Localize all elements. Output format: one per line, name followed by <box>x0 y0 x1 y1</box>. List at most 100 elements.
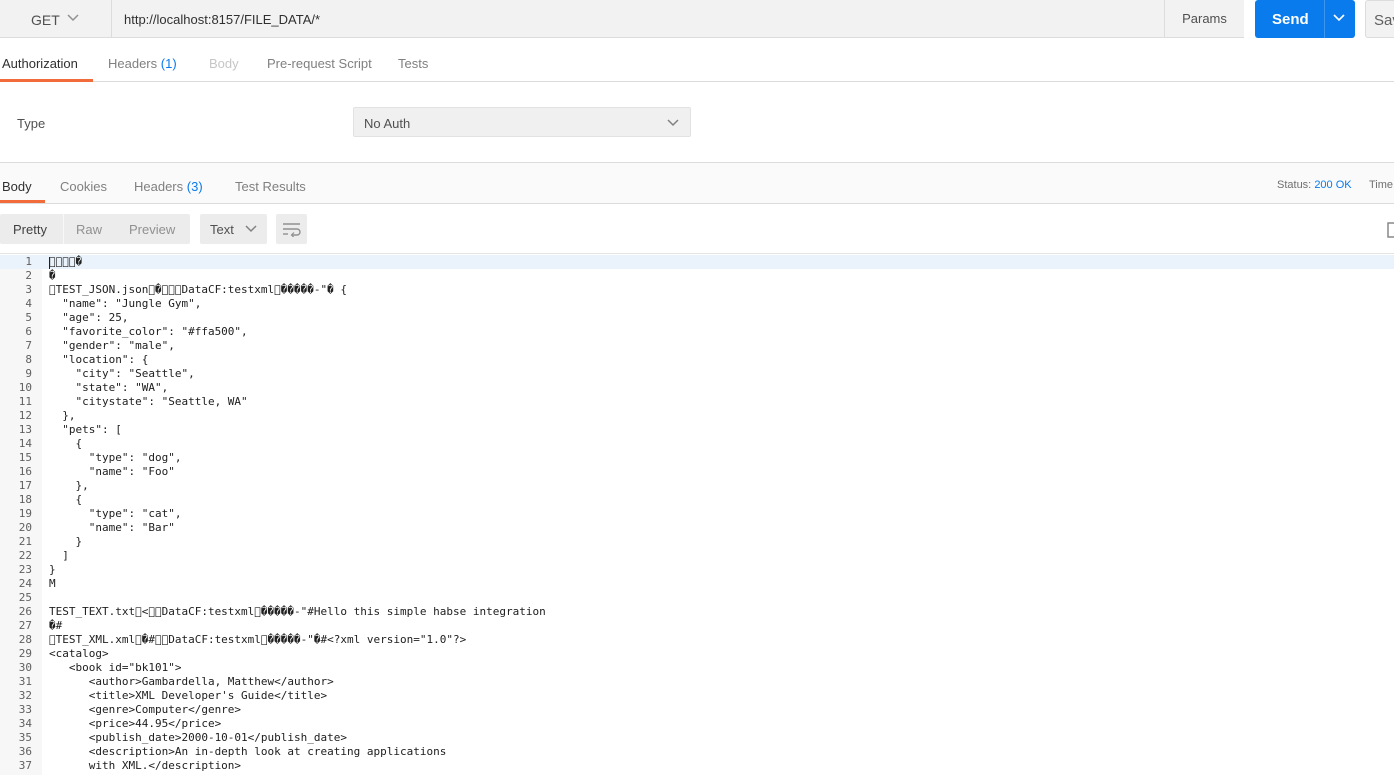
line-number: 26 <box>18 605 32 618</box>
line-number: 3 <box>25 283 32 296</box>
code-line-text: { <box>49 493 83 506</box>
wrap-lines-icon <box>283 223 301 237</box>
code-line: 26 TEST_TEXT.txt <  DataCF:testxml �����-… <box>0 605 1394 619</box>
line-number: 1 <box>25 255 32 268</box>
code-line-text: <description>An in-depth look at creatin… <box>49 745 447 758</box>
chevron-down-icon <box>667 119 679 127</box>
code-line-text: with XML.</description> <box>49 759 242 772</box>
code-line-text: <book id="bk101"> <box>49 661 182 674</box>
code-line-text: "type": "dog", <box>49 451 182 464</box>
view-preview[interactable]: Preview <box>129 222 175 237</box>
tab-label: Headers <box>108 56 158 71</box>
line-number: 5 <box>25 311 32 324</box>
code-line-text: }, <box>49 479 89 492</box>
tab-test-results[interactable]: Test Results <box>235 179 306 194</box>
line-number: 31 <box>18 675 32 688</box>
tab-headers[interactable]: Headers (1) <box>108 56 177 71</box>
code-line-text: { <box>49 437 83 450</box>
copy-icon[interactable] <box>1386 222 1394 241</box>
code-line-text: "name": "Bar" <box>49 521 175 534</box>
request-url-bar: GET http://localhost:8157/FILE_DATA/* Pa… <box>0 0 1394 39</box>
segment-divider <box>63 214 64 244</box>
active-tab-underline <box>0 200 45 203</box>
line-number: 13 <box>18 423 32 436</box>
code-line-text: <publish_date>2000-10-01</publish_date> <box>49 731 348 744</box>
code-line: 33 <genre>Computer</genre> <box>0 703 1394 717</box>
tab-label: Test Results <box>235 179 306 194</box>
tab-response-body[interactable]: Body <box>2 179 32 194</box>
code-line-text: } <box>49 563 56 576</box>
chevron-down-icon[interactable] <box>1332 11 1346 25</box>
url-input[interactable]: http://localhost:8157/FILE_DATA/* <box>112 0 1164 38</box>
view-pretty[interactable]: Pretty <box>13 222 47 237</box>
code-line-text:     � <box>49 255 83 268</box>
auth-type-select[interactable]: No Auth <box>353 107 691 137</box>
code-line: 30 <book id="bk101"> <box>0 661 1394 675</box>
code-line: 5 "age": 25, <box>0 311 1394 325</box>
view-mode-group: Pretty Raw Preview <box>0 214 190 244</box>
code-line-text:  TEST_XML.xml �#  DataCF:testxml �����-"… <box>49 633 467 646</box>
code-line: 25 <box>0 591 1394 605</box>
tab-count: (1) <box>160 56 177 71</box>
code-line: 2 � <box>0 269 1394 283</box>
code-line: 20 "name": "Bar" <box>0 521 1394 535</box>
line-number: 37 <box>18 759 32 772</box>
tab-tests[interactable]: Tests <box>398 56 428 71</box>
line-number: 18 <box>18 493 32 506</box>
tab-cookies[interactable]: Cookies <box>60 179 107 194</box>
code-line: 21 } <box>0 535 1394 549</box>
line-number: 2 <box>25 269 32 282</box>
code-line-text: <price>44.95</price> <box>49 717 222 730</box>
status-value: 200 OK <box>1314 179 1352 191</box>
code-line: 14 { <box>0 437 1394 451</box>
tab-body[interactable]: Body <box>209 56 239 71</box>
code-line: 6 "favorite_color": "#ffa500", <box>0 325 1394 339</box>
code-line-text: "location": { <box>49 353 149 366</box>
code-line-text: <catalog> <box>49 647 109 660</box>
line-number: 6 <box>25 325 32 338</box>
code-line-text: M <box>49 577 56 590</box>
line-number: 14 <box>18 437 32 450</box>
line-number: 35 <box>18 731 32 744</box>
code-line-text: "name": "Foo" <box>49 465 175 478</box>
code-line-text: TEST_TEXT.txt <  DataCF:testxml �����-"#… <box>49 605 546 618</box>
code-line-text: <title>XML Developer's Guide</title> <box>49 689 328 702</box>
code-line-text:  TEST_JSON.json �   DataCF:testxml �����… <box>49 283 348 296</box>
line-number: 16 <box>18 465 32 478</box>
format-dropdown[interactable]: Text <box>200 214 267 244</box>
params-label: Params <box>1182 11 1227 26</box>
view-raw[interactable]: Raw <box>76 222 102 237</box>
chevron-down-icon <box>245 225 257 233</box>
code-line-text: ] <box>49 549 69 562</box>
code-line: 29 <catalog> <box>0 647 1394 661</box>
tab-pre-request-script[interactable]: Pre-request Script <box>267 56 372 71</box>
line-number: 34 <box>18 717 32 730</box>
status-indicator: Status: 200 OK <box>1277 179 1352 191</box>
line-number: 10 <box>18 381 32 394</box>
send-button[interactable]: Send <box>1255 0 1355 38</box>
save-button[interactable]: Sav <box>1365 0 1394 38</box>
code-line-text: � <box>49 269 56 282</box>
line-number: 36 <box>18 745 32 758</box>
tab-label: Body <box>209 56 239 71</box>
line-number: 24 <box>18 577 32 590</box>
params-button[interactable]: Params <box>1164 0 1244 38</box>
tab-response-headers[interactable]: Headers (3) <box>134 179 203 194</box>
wrap-lines-button[interactable] <box>276 214 307 244</box>
code-line: 12 }, <box>0 409 1394 423</box>
tab-authorization[interactable]: Authorization <box>2 56 78 71</box>
code-line-text: "state": "WA", <box>49 381 169 394</box>
code-line: 22 ] <box>0 549 1394 563</box>
line-number: 8 <box>25 353 32 366</box>
code-line-text: <author>Gambardella, Matthew</author> <box>49 675 334 688</box>
line-number: 22 <box>18 549 32 562</box>
response-body-viewer[interactable]: 1     � 2 � 3  TEST_JSON.json �   DataCF:test… <box>0 255 1394 775</box>
line-number: 27 <box>18 619 32 632</box>
method-dropdown[interactable]: GET <box>0 0 112 38</box>
code-line: 13 "pets": [ <box>0 423 1394 437</box>
code-line: 17 }, <box>0 479 1394 493</box>
code-line: 34 <price>44.95</price> <box>0 717 1394 731</box>
code-line: 3  TEST_JSON.json �   DataCF:testxml ����… <box>0 283 1394 297</box>
code-line: 32 <title>XML Developer's Guide</title> <box>0 689 1394 703</box>
tab-label: Body <box>2 179 32 194</box>
